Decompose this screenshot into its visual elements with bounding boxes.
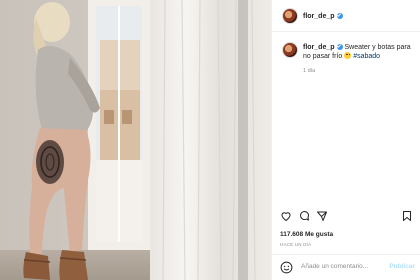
action-bar: [272, 210, 420, 224]
header-username[interactable]: flor_de_p: [303, 12, 343, 20]
post-sidebar: flor_de_p flor_de_p Sweater y botas para…: [271, 0, 420, 280]
comment-icon[interactable]: [298, 210, 312, 224]
caption-verified-badge-icon: [336, 43, 343, 50]
caption-time: 1 día: [303, 68, 316, 74]
smiley-icon[interactable]: [280, 261, 293, 274]
hashtag-link[interactable]: #sabado: [353, 53, 380, 60]
header-username-text[interactable]: flor_de_p: [303, 13, 335, 20]
share-icon[interactable]: [316, 210, 330, 224]
verified-badge-icon: [336, 12, 343, 19]
post-photo[interactable]: [0, 0, 271, 280]
heart-icon[interactable]: [280, 210, 294, 224]
caption-avatar[interactable]: [282, 42, 298, 58]
photo-image: [0, 0, 271, 280]
comment-bar: Añade un comentario... Publicar: [272, 254, 420, 280]
comment-input[interactable]: Añade un comentario...: [301, 263, 368, 270]
bookmark-icon[interactable]: [401, 210, 415, 224]
post-header: flor_de_p: [272, 0, 420, 32]
post-timestamp: HACE UN DÍA: [280, 242, 312, 247]
likes-count[interactable]: 117.608 Me gusta: [280, 231, 333, 238]
caption-username[interactable]: flor_de_p: [303, 44, 335, 51]
caption-text: flor_de_p Sweater y botas para no pasar …: [303, 43, 415, 61]
grimacing-face-emoji-icon: [344, 52, 352, 59]
publish-button[interactable]: Publicar: [389, 263, 415, 270]
avatar[interactable]: [282, 8, 298, 24]
